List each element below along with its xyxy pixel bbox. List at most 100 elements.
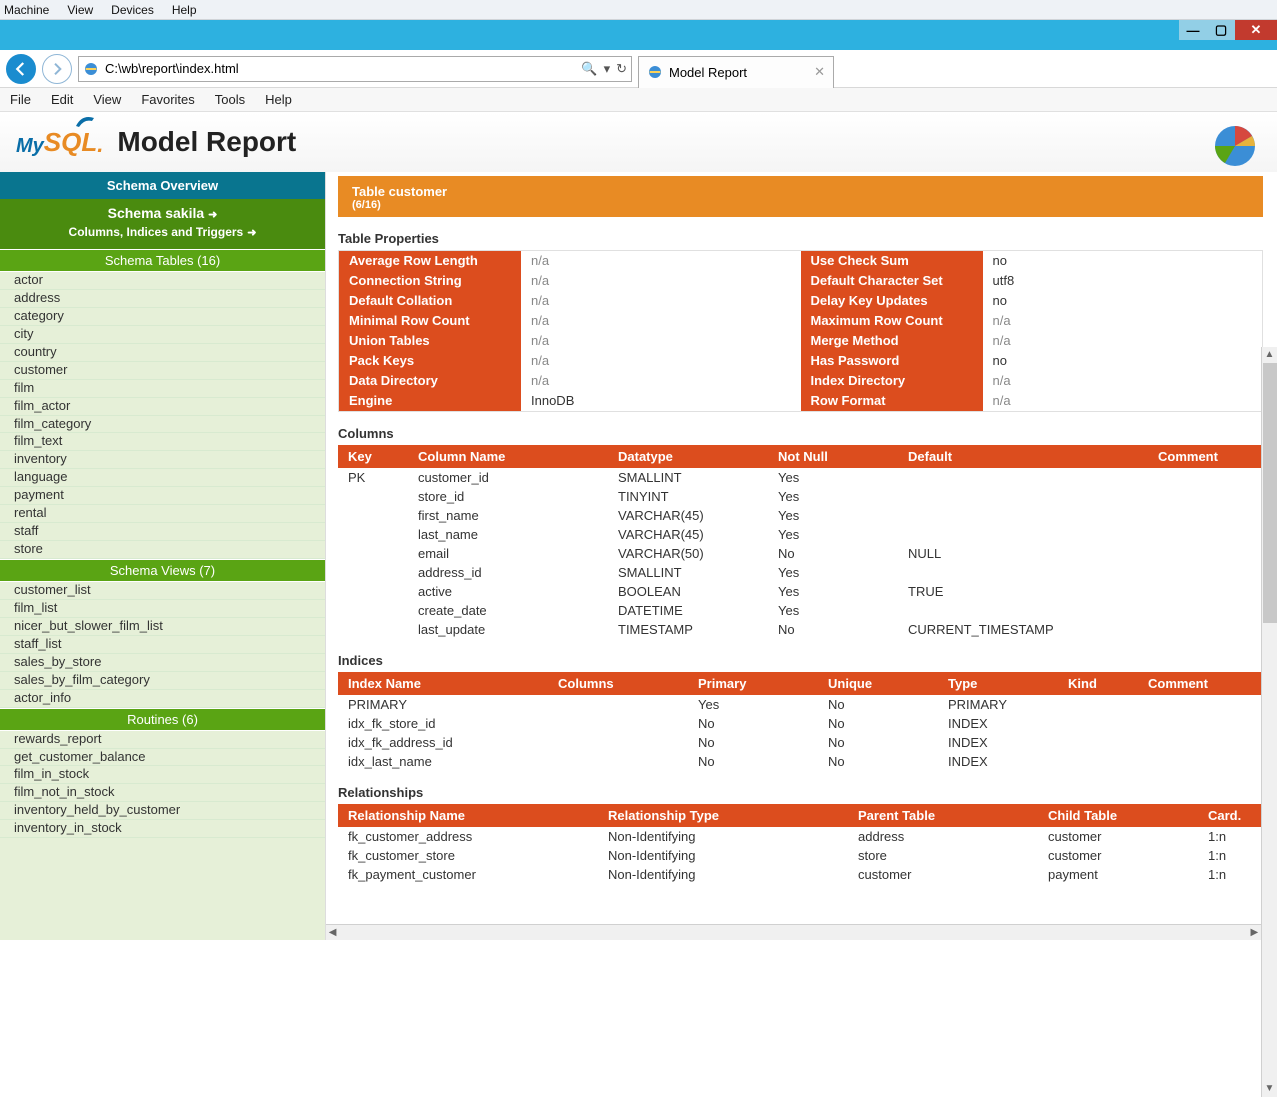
table-row: idx_fk_store_idNoNoINDEX [338, 714, 1263, 733]
sidebar-item-category[interactable]: category [0, 308, 325, 326]
maximize-button[interactable]: ▢ [1207, 20, 1235, 40]
sidebar-item-sales_by_store[interactable]: sales_by_store [0, 654, 325, 672]
table-cell: 1:n [1198, 865, 1263, 884]
sidebar-item-rental[interactable]: rental [0, 505, 325, 523]
scroll-left-icon[interactable]: ◀ [326, 925, 336, 940]
vm-menu-help[interactable]: Help [172, 3, 197, 17]
sidebar-item-country[interactable]: country [0, 344, 325, 362]
column-header: Comment [1148, 445, 1263, 468]
table-cell [548, 752, 688, 771]
sidebar-item-staff_list[interactable]: staff_list [0, 636, 325, 654]
sidebar-item-film_text[interactable]: film_text [0, 433, 325, 451]
column-header: Unique [818, 672, 938, 695]
minimize-button[interactable]: — [1179, 20, 1207, 40]
table-row: first_nameVARCHAR(45)Yes [338, 506, 1263, 525]
sidebar-item-sales_by_film_category[interactable]: sales_by_film_category [0, 672, 325, 690]
search-icon[interactable]: 🔍 [581, 61, 597, 77]
property-label: Index Directory [801, 371, 983, 391]
back-button[interactable] [6, 54, 36, 84]
logo-my: My [16, 135, 44, 158]
dropdown-icon[interactable]: ▾ [604, 61, 611, 77]
sidebar-item-actor_info[interactable]: actor_info [0, 690, 325, 708]
table-cell: active [408, 582, 608, 601]
table-cell: No [818, 733, 938, 752]
menu-view[interactable]: View [93, 92, 121, 107]
sidebar-item-nicer_but_slower_film_list[interactable]: nicer_but_slower_film_list [0, 618, 325, 636]
sidebar-item-get_customer_balance[interactable]: get_customer_balance [0, 749, 325, 767]
property-label: Minimal Row Count [339, 311, 521, 331]
scroll-up-icon[interactable]: ▲ [1262, 347, 1277, 363]
sidebar-item-rewards_report[interactable]: rewards_report [0, 731, 325, 749]
menu-tools[interactable]: Tools [215, 92, 245, 107]
table-cell [548, 695, 688, 714]
tab-close-icon[interactable]: ✕ [814, 64, 825, 80]
sidebar-item-film_list[interactable]: film_list [0, 600, 325, 618]
vm-menu-devices[interactable]: Devices [111, 3, 154, 17]
forward-button[interactable] [42, 54, 72, 84]
settings-icon[interactable]: ⚙ [1260, 62, 1271, 76]
table-cell [1058, 714, 1138, 733]
menu-help[interactable]: Help [265, 92, 292, 107]
menu-file[interactable]: File [10, 92, 31, 107]
table-header: Table customer (6/16) [338, 176, 1263, 217]
property-row: Merge Methodn/a [801, 331, 1263, 351]
sidebar-item-address[interactable]: address [0, 290, 325, 308]
property-row: Average Row Lengthn/a [339, 251, 801, 271]
sidebar-item-customer[interactable]: customer [0, 362, 325, 380]
table-row: emailVARCHAR(50)NoNULL [338, 544, 1263, 563]
horizontal-scrollbar[interactable]: ◀ ▶ [326, 924, 1261, 940]
sidebar-item-language[interactable]: language [0, 469, 325, 487]
table-row: PRIMARYYesNoPRIMARY [338, 695, 1263, 714]
sidebar-item-inventory_held_by_customer[interactable]: inventory_held_by_customer [0, 802, 325, 820]
menu-favorites[interactable]: Favorites [141, 92, 194, 107]
property-value: n/a [521, 311, 801, 331]
sidebar-item-film_category[interactable]: film_category [0, 416, 325, 434]
scroll-right-icon[interactable]: ▶ [1251, 925, 1261, 940]
sidebar-schema-header[interactable]: Schema sakila➜ Columns, Indices and Trig… [0, 199, 325, 249]
table-row: last_updateTIMESTAMPNoCURRENT_TIMESTAMP [338, 620, 1263, 639]
vm-menu-machine[interactable]: Machine [4, 3, 49, 17]
sidebar-item-film_in_stock[interactable]: film_in_stock [0, 766, 325, 784]
table-cell [1058, 733, 1138, 752]
sidebar-item-film[interactable]: film [0, 380, 325, 398]
vm-menu-view[interactable]: View [67, 3, 93, 17]
browser-tab[interactable]: Model Report ✕ [638, 56, 834, 88]
vertical-scrollbar[interactable]: ▲ ▼ [1261, 347, 1277, 1097]
column-header: Relationship Name [338, 804, 598, 827]
table-cell: customer [848, 865, 1038, 884]
refresh-icon[interactable]: ↻ [616, 61, 627, 77]
sidebar-item-inventory_in_stock[interactable]: inventory_in_stock [0, 820, 325, 838]
sidebar-item-inventory[interactable]: inventory [0, 451, 325, 469]
close-button[interactable]: ✕ [1235, 20, 1277, 40]
favorites-icon[interactable]: ★ [1239, 62, 1250, 76]
pie-chart-icon [1211, 122, 1259, 170]
property-label: Default Character Set [801, 271, 983, 291]
property-value: n/a [521, 371, 801, 391]
address-input[interactable] [105, 61, 575, 76]
scroll-down-icon[interactable]: ▼ [1262, 1081, 1277, 1097]
sidebar-tables-header: Schema Tables (16) [0, 249, 325, 272]
scroll-thumb[interactable] [1263, 363, 1277, 623]
table-cell: create_date [408, 601, 608, 620]
home-icon[interactable]: ⌂ [1222, 62, 1229, 76]
sidebar-item-staff[interactable]: staff [0, 523, 325, 541]
sidebar-item-film_actor[interactable]: film_actor [0, 398, 325, 416]
table-cell: VARCHAR(45) [608, 525, 768, 544]
sidebar-item-city[interactable]: city [0, 326, 325, 344]
sidebar-item-actor[interactable]: actor [0, 272, 325, 290]
sidebar-item-payment[interactable]: payment [0, 487, 325, 505]
property-label: Pack Keys [339, 351, 521, 371]
property-label: Row Format [801, 391, 983, 411]
menu-edit[interactable]: Edit [51, 92, 73, 107]
table-cell: customer_id [408, 468, 608, 487]
table-row: create_dateDATETIMEYes [338, 601, 1263, 620]
address-bar[interactable]: 🔍 ▾ ↻ [78, 56, 632, 82]
table-row: idx_fk_address_idNoNoINDEX [338, 733, 1263, 752]
property-label: Has Password [801, 351, 983, 371]
column-header: Kind [1058, 672, 1138, 695]
sidebar-item-store[interactable]: store [0, 541, 325, 559]
sidebar-item-customer_list[interactable]: customer_list [0, 582, 325, 600]
property-value: n/a [983, 311, 1263, 331]
sidebar-item-film_not_in_stock[interactable]: film_not_in_stock [0, 784, 325, 802]
table-cell [898, 525, 1148, 544]
